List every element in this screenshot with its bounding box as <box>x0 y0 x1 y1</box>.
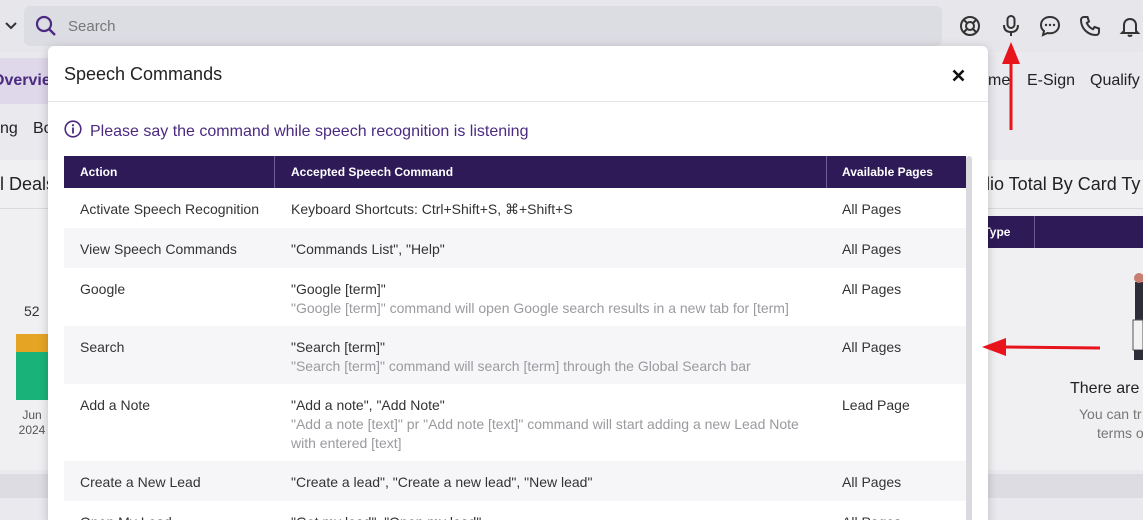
empty-state-title: There are <box>1070 380 1140 397</box>
table-body: Activate Speech Recognition Keyboard Shor… <box>64 188 966 520</box>
bell-icon[interactable] <box>1116 12 1143 40</box>
speech-commands-modal: Speech Commands Please say the command w… <box>48 46 988 520</box>
axis-year-label: 2024 <box>18 423 46 437</box>
card-type-panel <box>962 160 1143 470</box>
pages-cell: All Pages <box>842 513 962 520</box>
action-cell: View Speech Commands <box>80 241 237 257</box>
table-row: Search "Search [term]" "Search [term]" com… <box>64 326 966 384</box>
column-header-action: Action <box>80 165 118 179</box>
command-text: "Search [term]" <box>291 339 385 355</box>
info-icon <box>64 120 82 143</box>
command-cell: "Get my lead", "Open my lead" <box>291 513 821 520</box>
modal-title: Speech Commands <box>64 64 223 84</box>
table-header: Action Accepted Speech Command Available… <box>64 156 966 188</box>
action-cell: Activate Speech Recognition <box>80 201 259 217</box>
chart-bar-segment-top <box>16 334 48 352</box>
phone-icon[interactable] <box>1076 12 1104 40</box>
info-message: Please say the command while speech reco… <box>64 120 528 143</box>
global-search <box>24 6 942 46</box>
chevron-down-icon <box>5 17 17 35</box>
command-text: "Get my lead", "Open my lead" <box>291 514 481 520</box>
pages-cell: All Pages <box>842 281 902 297</box>
command-text: "Add a note", "Add Note" <box>291 397 445 413</box>
command-description: "Search [term]" command will search [ter… <box>291 358 751 374</box>
table-row: Add a Note "Add a note", "Add Note" "Add a… <box>64 384 966 461</box>
command-text: Keyboard Shortcuts: Ctrl+Shift+S, ⌘+Shif… <box>291 201 573 217</box>
action-cell: Google <box>80 281 126 297</box>
info-text: Please say the command while speech reco… <box>90 122 529 140</box>
table-row: Activate Speech Recognition Keyboard Shor… <box>64 188 966 228</box>
tab-qualify[interactable]: Qualify <box>1090 58 1140 104</box>
column-header-pages: Available Pages <box>842 165 933 179</box>
command-description: "Google [term]" command will open Google… <box>291 300 789 316</box>
action-cell: Create a New Lead <box>80 474 201 490</box>
pages-cell: All Pages <box>842 241 902 257</box>
table-row: Create a New Lead "Create a lead", "Creat… <box>64 461 966 501</box>
chat-icon[interactable] <box>1036 12 1064 40</box>
table-row: Google "Google [term]" "Google [term]" com… <box>64 268 966 326</box>
action-cell: Add a Note <box>80 397 151 413</box>
speech-commands-table: Action Accepted Speech Command Available… <box>64 156 966 520</box>
command-cell: "Add a note", "Add Note" "Add a note [tex… <box>291 396 821 453</box>
action-cell: Open My Lead <box>80 513 270 520</box>
pages-cell: All Pages <box>842 474 902 490</box>
command-text: "Commands List", "Help" <box>291 241 445 257</box>
command-text: "Google [term]" <box>291 281 386 297</box>
card-type-table-header: rd Type <box>962 216 1143 248</box>
empty-state-subtitle-1: You can tr <box>1079 406 1142 422</box>
command-description: "Add a note [text]" pr "Add note [text]"… <box>291 416 799 451</box>
subnav-item-1[interactable]: ng <box>0 120 18 138</box>
search-input[interactable] <box>68 17 868 35</box>
nav-dropdown-toggle[interactable] <box>0 8 22 44</box>
modal-header: Speech Commands <box>48 46 988 102</box>
empty-state-subtitle-2: terms o <box>1097 425 1143 441</box>
support-icon[interactable] <box>956 12 984 40</box>
command-cell: "Commands List", "Help" <box>291 240 821 259</box>
deals-panel-title: l Deals <box>0 174 48 194</box>
close-button[interactable] <box>946 64 970 86</box>
command-cell: Keyboard Shortcuts: Ctrl+Shift+S, ⌘+Shif… <box>291 200 821 219</box>
card-type-panel-title: lio Total By Card Ty <box>986 174 1141 194</box>
command-text: "Create a lead", "Create a new lead", "N… <box>291 474 593 490</box>
column-header-command: Accepted Speech Command <box>291 165 454 179</box>
close-icon <box>952 69 964 81</box>
axis-month-label: Jun <box>22 408 42 422</box>
top-bar <box>0 0 1143 52</box>
command-cell: "Create a lead", "Create a new lead", "N… <box>291 473 821 492</box>
table-row: View Speech Commands "Commands List", "He… <box>64 228 966 268</box>
search-icon <box>24 6 68 46</box>
chart-bar-segment-bottom <box>16 352 48 400</box>
bar-data-label: 52 <box>24 303 40 319</box>
table-scrollbar[interactable] <box>966 156 972 520</box>
red-arrow-up <box>1002 42 1020 130</box>
empty-state-illustration <box>1132 272 1143 362</box>
action-cell: Search <box>80 339 125 355</box>
command-cell: "Search [term]" "Search [term]" command w… <box>291 338 821 376</box>
table-row: Open My Lead "Get my lead", "Open my lead… <box>64 501 966 520</box>
tab-overview[interactable]: Overview <box>0 58 52 104</box>
command-cell: "Google [term]" "Google [term]" command w… <box>291 280 821 318</box>
pages-cell: All Pages <box>842 201 902 217</box>
tab-e-sign[interactable]: E-Sign <box>1027 58 1075 104</box>
microphone-icon[interactable] <box>997 12 1025 40</box>
pages-cell: All Pages <box>842 339 902 355</box>
pages-cell: Lead Page <box>842 397 910 413</box>
red-arrow-left <box>982 338 1101 356</box>
